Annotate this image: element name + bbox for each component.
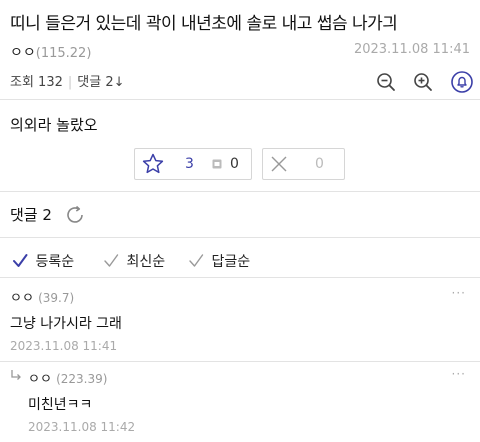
comment-more-button[interactable]: ··· <box>452 286 466 300</box>
check-icon <box>189 254 204 267</box>
upvote-count: 3 <box>185 156 194 172</box>
sort-latest[interactable]: 최신순 <box>103 251 165 271</box>
refresh-icon[interactable] <box>64 204 86 226</box>
post-author[interactable]: ㅇㅇ(115.22) <box>10 42 91 62</box>
upvote-button[interactable]: 3 0 <box>134 148 252 180</box>
check-icon <box>13 254 28 267</box>
sort-registered[interactable]: 등록순 <box>12 251 74 271</box>
author-nick: ㅇㅇ <box>10 45 36 61</box>
post-body: 의외라 놀랐오 <box>10 116 98 134</box>
post-date: 2023.11.08 11:41 <box>353 42 470 57</box>
divider <box>0 237 480 238</box>
comment-date: 2023.11.08 11:41 <box>10 339 118 353</box>
comment-nick: ㅇㅇ <box>10 291 34 306</box>
zoom-out-icon[interactable] <box>376 72 396 92</box>
comment-ip: (39.7) <box>38 291 75 305</box>
post-meta: 조회 132 | 댓글 2↓ <box>10 75 125 90</box>
comment-author[interactable]: ㅇㅇ (39.7) <box>10 287 74 306</box>
reply-author[interactable]: ㅇㅇ (223.39) <box>28 368 107 387</box>
fixed-upvote-count: 0 <box>230 156 239 172</box>
view-count: 조회 132 <box>10 75 63 90</box>
check-icon <box>104 254 119 267</box>
reply-arrow-icon <box>11 370 21 380</box>
reply-nick: ㅇㅇ <box>28 372 52 387</box>
downvote-count: 0 <box>315 156 324 172</box>
sort-label: 등록순 <box>35 254 75 270</box>
reply-more-button[interactable]: ··· <box>452 367 466 381</box>
divider <box>0 99 480 100</box>
comments-header: 댓글 2 <box>10 206 52 224</box>
comment-count-link[interactable]: 댓글 2↓ <box>77 75 124 90</box>
sort-label: 최신순 <box>126 254 166 270</box>
author-ip: (115.22) <box>35 46 92 61</box>
zoom-in-icon[interactable] <box>413 72 433 92</box>
sort-replies[interactable]: 답글순 <box>188 251 250 271</box>
downvote-button[interactable]: 0 <box>262 148 345 180</box>
reply-date: 2023.11.08 11:42 <box>28 420 136 434</box>
x-icon <box>271 156 287 172</box>
reply-ip: (223.39) <box>56 372 108 386</box>
divider <box>0 361 480 362</box>
bell-icon[interactable] <box>451 71 473 93</box>
post-title: 띠니 들은거 있는데 곽이 내년초에 솔로 내고 썹슴 나가긔 <box>10 14 398 34</box>
divider <box>0 191 480 192</box>
sort-label: 답글순 <box>211 254 251 270</box>
reply-text: 미친년ㅋㅋ <box>28 397 93 413</box>
comment-text: 그냥 나가시라 그래 <box>10 316 122 332</box>
divider <box>0 277 480 278</box>
fixed-nick-icon <box>212 159 222 169</box>
star-icon <box>142 153 164 174</box>
